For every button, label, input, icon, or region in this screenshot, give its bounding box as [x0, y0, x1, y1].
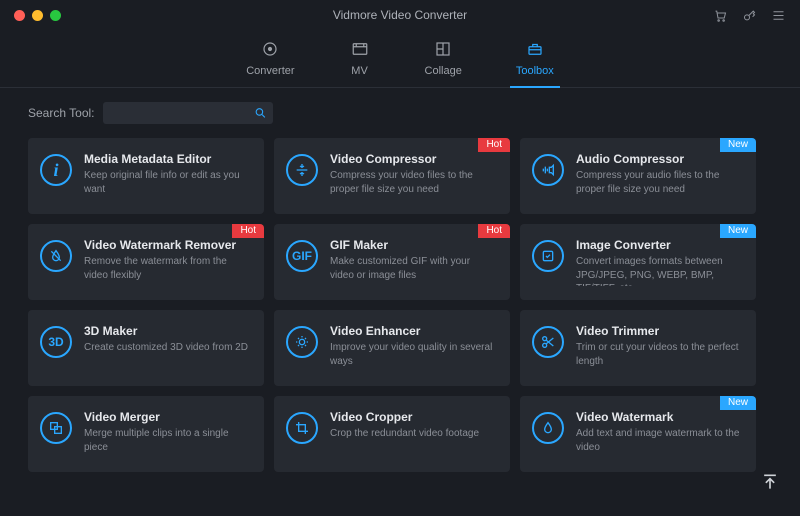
tool-title: Media Metadata Editor	[84, 152, 250, 166]
hot-badge: Hot	[232, 224, 264, 238]
menu-icon[interactable]	[771, 8, 786, 23]
tool-desc: Convert images formats between JPG/JPEG,…	[576, 255, 742, 286]
tool-title: Video Compressor	[330, 152, 496, 166]
enhance-icon	[286, 326, 318, 358]
tool-desc: Compress your video files to the proper …	[330, 169, 496, 196]
tool-desc: Merge multiple clips into a single piece	[84, 427, 250, 454]
tool-video-trimmer[interactable]: Video Trimmer Trim or cut your videos to …	[520, 310, 756, 386]
tool-title: Image Converter	[576, 238, 742, 252]
tab-collage[interactable]: Collage	[419, 36, 468, 87]
hot-badge: Hot	[478, 224, 510, 238]
tool-audio-compressor[interactable]: NewAudio Compressor Compress your audio f…	[520, 138, 756, 214]
tool-desc: Compress your audio files to the proper …	[576, 169, 742, 196]
tool-title: Video Cropper	[330, 410, 479, 424]
crop-icon	[286, 412, 318, 444]
tab-label: MV	[351, 65, 368, 77]
audio-icon	[532, 154, 564, 186]
converter-icon	[259, 40, 281, 61]
trim-icon	[532, 326, 564, 358]
tool-video-merger[interactable]: Video Merger Merge multiple clips into a …	[28, 396, 264, 472]
tab-toolbox[interactable]: Toolbox	[510, 36, 560, 87]
hot-badge: Hot	[478, 138, 510, 152]
tool-desc: Make customized GIF with your video or i…	[330, 255, 496, 282]
tool-title: 3D Maker	[84, 324, 248, 338]
tool-title: Audio Compressor	[576, 152, 742, 166]
tool-desc: Create customized 3D video from 2D	[84, 341, 248, 355]
scroll-top-icon[interactable]	[760, 472, 780, 492]
tool-image-converter[interactable]: NewImage Converter Convert images formats…	[520, 224, 756, 300]
mv-icon	[349, 40, 371, 61]
tool-title: Video Trimmer	[576, 324, 742, 338]
tab-mv[interactable]: MV	[343, 36, 377, 87]
tool-media-metadata-editor[interactable]: i Media Metadata Editor Keep original file…	[28, 138, 264, 214]
main-tabs: Converter MV Collage Toolbox	[0, 30, 800, 88]
window-controls	[14, 10, 61, 21]
tool-3d-maker[interactable]: 3D 3D Maker Create customized 3D video fro…	[28, 310, 264, 386]
window-title: Vidmore Video Converter	[0, 8, 800, 22]
tool-title: Video Watermark	[576, 410, 742, 424]
new-badge: New	[720, 224, 756, 238]
tool-desc: Crop the redundant video footage	[330, 427, 479, 441]
search-input[interactable]	[103, 102, 273, 124]
info-icon: i	[40, 154, 72, 186]
zoom-icon[interactable]	[50, 10, 61, 21]
collage-icon	[432, 40, 454, 61]
close-icon[interactable]	[14, 10, 25, 21]
tool-video-cropper[interactable]: Video Cropper Crop the redundant video fo…	[274, 396, 510, 472]
tool-video-compressor[interactable]: HotVideo Compressor Compress your video f…	[274, 138, 510, 214]
tool-title: Video Merger	[84, 410, 250, 424]
search-label: Search Tool:	[28, 106, 95, 120]
search-icon[interactable]	[254, 107, 267, 120]
cart-icon[interactable]	[713, 8, 728, 23]
tool-gif-maker[interactable]: Hot GIF GIF Maker Make customized GIF with …	[274, 224, 510, 300]
tool-desc: Improve your video quality in several wa…	[330, 341, 496, 368]
tab-label: Converter	[246, 65, 294, 77]
key-icon[interactable]	[742, 8, 757, 23]
water-icon	[532, 412, 564, 444]
minimize-icon[interactable]	[32, 10, 43, 21]
tool-title: Video Watermark Remover	[84, 238, 250, 252]
tab-converter[interactable]: Converter	[240, 36, 300, 87]
new-badge: New	[720, 396, 756, 410]
tool-video-watermark-remover[interactable]: HotVideo Watermark Remover Remove the wat…	[28, 224, 264, 300]
tool-title: Video Enhancer	[330, 324, 496, 338]
nowater-icon	[40, 240, 72, 272]
toolbox-icon	[524, 40, 546, 61]
tool-desc: Trim or cut your videos to the perfect l…	[576, 341, 742, 368]
tab-label: Collage	[425, 65, 462, 77]
merge-icon	[40, 412, 72, 444]
titlebar: Vidmore Video Converter	[0, 0, 800, 30]
tool-desc: Keep original file info or edit as you w…	[84, 169, 250, 196]
tool-grid: i Media Metadata Editor Keep original file…	[28, 138, 756, 472]
threed-icon: 3D	[40, 326, 72, 358]
tab-label: Toolbox	[516, 65, 554, 77]
tool-desc: Remove the watermark from the video flex…	[84, 255, 250, 282]
gif-icon: GIF	[286, 240, 318, 272]
tool-video-watermark[interactable]: NewVideo Watermark Add text and image wat…	[520, 396, 756, 472]
tool-scroll[interactable]: i Media Metadata Editor Keep original file…	[28, 138, 772, 516]
tool-video-enhancer[interactable]: Video Enhancer Improve your video quality…	[274, 310, 510, 386]
tool-desc: Add text and image watermark to the vide…	[576, 427, 742, 454]
compress-icon	[286, 154, 318, 186]
tool-title: GIF Maker	[330, 238, 496, 252]
convert-icon	[532, 240, 564, 272]
new-badge: New	[720, 138, 756, 152]
